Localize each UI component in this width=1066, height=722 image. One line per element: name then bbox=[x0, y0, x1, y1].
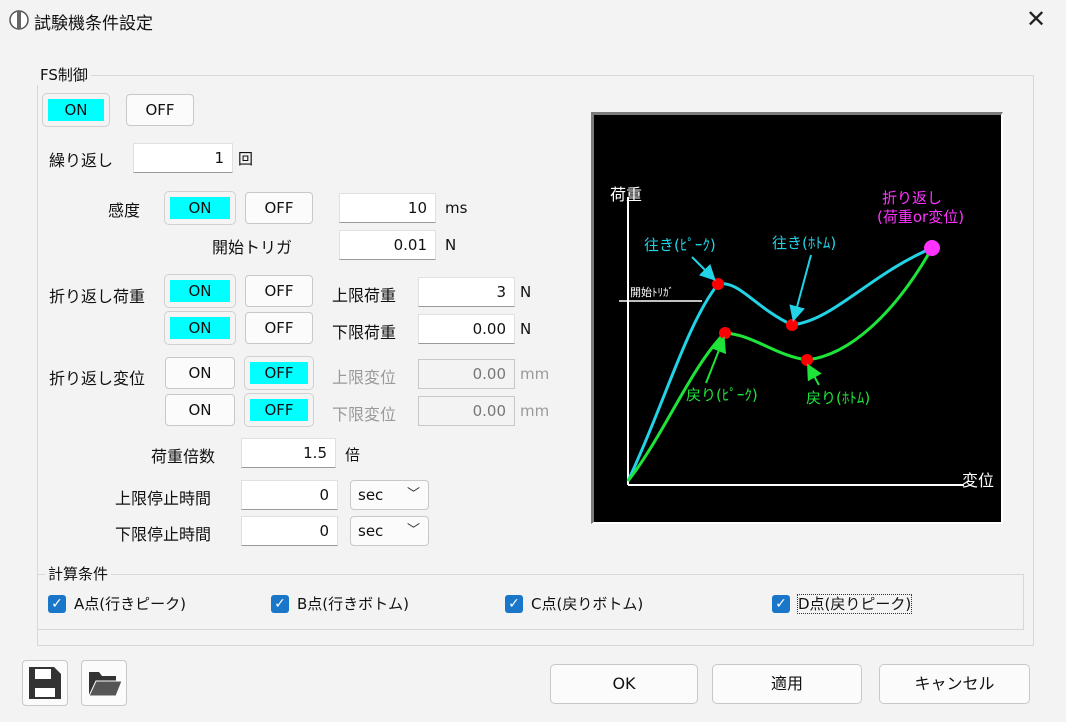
trigger-input[interactable]: 0.01 bbox=[339, 230, 436, 260]
checkmark-icon: ✓ bbox=[505, 594, 523, 613]
upper-disp-label: 上限変位 bbox=[332, 368, 397, 387]
trigger-unit: N bbox=[445, 236, 457, 254]
lower-disp-unit: mm bbox=[520, 402, 550, 420]
checkbox-a-point[interactable]: ✓ A点(行きピーク) bbox=[48, 593, 186, 614]
fs-control-diagram: 荷重 変位 開始ﾄﾘｶﾞ 往き(ﾋﾟｰｸ) 往き(ﾎﾄﾑ) 戻り(ﾋﾟｰｸ) 戻… bbox=[591, 112, 1003, 524]
sensitivity-label: 感度 bbox=[108, 201, 141, 220]
forward-peak-label: 往き(ﾋﾟｰｸ) bbox=[644, 236, 716, 254]
fs-on-button[interactable]: ON bbox=[42, 93, 110, 127]
forward-bottom-arrow bbox=[789, 254, 812, 322]
checkbox-c-point[interactable]: ✓ C点(戻りボトム) bbox=[505, 593, 643, 614]
checkbox-b-point[interactable]: ✓ B点(行きボトム) bbox=[271, 593, 409, 614]
fs-group-title: FS制御 bbox=[37, 64, 91, 85]
upper-load-off-button[interactable]: OFF bbox=[245, 275, 313, 307]
repeat-input[interactable]: 1 bbox=[133, 143, 233, 173]
forward-curve bbox=[626, 246, 933, 482]
disp-turn-label: 折り返し変位 bbox=[49, 369, 146, 388]
checkmark-icon: ✓ bbox=[48, 594, 66, 613]
open-button[interactable] bbox=[81, 660, 127, 706]
turn-label-line2: (荷重or変位) bbox=[877, 208, 964, 226]
ok-button[interactable]: OK bbox=[550, 664, 698, 704]
axis-ylabel: 荷重 bbox=[610, 185, 642, 204]
lower-load-off-button[interactable]: OFF bbox=[245, 312, 313, 344]
close-button[interactable]: ✕ bbox=[1016, 2, 1056, 36]
turn-label-line1: 折り返し bbox=[882, 189, 942, 207]
return-bottom-point bbox=[801, 354, 813, 366]
return-peak-point bbox=[719, 327, 731, 339]
load-factor-label: 荷重倍数 bbox=[151, 447, 216, 466]
lower-stop-unit-value: sec bbox=[358, 522, 384, 540]
upper-stop-input[interactable]: 0 bbox=[241, 480, 338, 510]
lower-stop-label: 下限停止時間 bbox=[115, 525, 212, 544]
fs-off-button[interactable]: OFF bbox=[126, 94, 194, 126]
forward-peak-arrow bbox=[691, 256, 716, 281]
checkmark-icon: ✓ bbox=[271, 594, 289, 613]
upper-stop-unit-select[interactable]: sec ﹀ bbox=[350, 480, 429, 510]
diagram-svg: 荷重 変位 開始ﾄﾘｶﾞ 往き(ﾋﾟｰｸ) 往き(ﾎﾄﾑ) 戻り(ﾋﾟｰｸ) 戻… bbox=[610, 185, 994, 490]
lower-load-unit: N bbox=[520, 320, 532, 338]
a-point-label: A点(行きピーク) bbox=[74, 595, 186, 613]
load-factor-input[interactable]: 1.5 bbox=[241, 438, 336, 468]
folder-open-icon bbox=[88, 672, 123, 697]
lower-disp-label: 下限変位 bbox=[332, 405, 397, 424]
lower-load-label: 下限荷重 bbox=[332, 323, 397, 342]
lower-stop-input[interactable]: 0 bbox=[241, 516, 338, 546]
dialog-window: 試験機条件設定 ✕ FS制御 ON OFF 繰り返し 1 回 感度 ON OFF… bbox=[0, 0, 1066, 722]
checkmark-icon: ✓ bbox=[772, 594, 790, 613]
window-title: 試験機条件設定 bbox=[34, 14, 153, 34]
upper-stop-unit-value: sec bbox=[358, 486, 384, 504]
load-factor-unit: 倍 bbox=[345, 446, 361, 464]
sensitivity-off-button[interactable]: OFF bbox=[245, 192, 313, 224]
sensitivity-on-button[interactable]: ON bbox=[164, 191, 236, 225]
axis-xlabel: 変位 bbox=[962, 471, 994, 490]
cancel-button[interactable]: キャンセル bbox=[879, 664, 1030, 704]
return-bottom-arrow bbox=[807, 363, 822, 386]
sensitivity-unit: ms bbox=[445, 199, 468, 217]
lower-load-on-button[interactable]: ON bbox=[164, 311, 236, 345]
b-point-label: B点(行きボトム) bbox=[297, 595, 409, 613]
d-point-label: D点(戻りピーク) bbox=[796, 594, 913, 614]
apply-button[interactable]: 適用 bbox=[712, 664, 862, 704]
lower-load-input[interactable]: 0.00 bbox=[418, 314, 515, 344]
trigger-text: 開始ﾄﾘｶﾞ bbox=[630, 285, 674, 299]
upper-load-label: 上限荷重 bbox=[332, 286, 397, 305]
forward-bottom-point bbox=[786, 319, 798, 331]
forward-peak-point bbox=[712, 278, 724, 290]
save-button[interactable] bbox=[22, 660, 68, 706]
chevron-down-icon: ﹀ bbox=[406, 523, 420, 538]
title-bar: 試験機条件設定 ✕ bbox=[0, 0, 1066, 40]
calc-group-title: 計算条件 bbox=[45, 563, 112, 584]
save-icon bbox=[29, 667, 61, 699]
app-icon bbox=[9, 10, 29, 30]
return-bottom-label: 戻り(ﾎﾄﾑ) bbox=[806, 389, 870, 407]
load-turn-label: 折り返し荷重 bbox=[49, 287, 146, 306]
trigger-label: 開始トリガ bbox=[212, 238, 293, 257]
lower-disp-input[interactable]: 0.00 bbox=[418, 396, 515, 426]
upper-load-on-button[interactable]: ON bbox=[164, 274, 236, 308]
return-curve bbox=[626, 247, 934, 482]
lower-disp-off-button[interactable]: OFF bbox=[244, 393, 314, 427]
sensitivity-input[interactable]: 10 bbox=[339, 193, 436, 223]
checkbox-d-point[interactable]: ✓ D点(戻りピーク) bbox=[772, 593, 913, 614]
repeat-label: 繰り返し bbox=[49, 151, 114, 170]
upper-stop-label: 上限停止時間 bbox=[115, 489, 212, 508]
lower-stop-unit-select[interactable]: sec ﹀ bbox=[350, 516, 429, 546]
upper-load-unit: N bbox=[520, 283, 532, 301]
upper-load-input[interactable]: 3 bbox=[418, 277, 515, 307]
upper-disp-on-button[interactable]: ON bbox=[165, 357, 235, 389]
upper-disp-off-button[interactable]: OFF bbox=[244, 356, 314, 390]
turn-point bbox=[924, 240, 940, 256]
lower-disp-on-button[interactable]: ON bbox=[165, 394, 235, 426]
upper-disp-unit: mm bbox=[520, 365, 550, 383]
upper-disp-input[interactable]: 0.00 bbox=[418, 359, 515, 389]
return-peak-label: 戻り(ﾋﾟｰｸ) bbox=[686, 386, 758, 404]
forward-bottom-label: 往き(ﾎﾄﾑ) bbox=[772, 234, 836, 252]
chevron-down-icon: ﹀ bbox=[406, 487, 420, 502]
repeat-unit: 回 bbox=[238, 150, 254, 168]
c-point-label: C点(戻りボトム) bbox=[531, 595, 644, 613]
